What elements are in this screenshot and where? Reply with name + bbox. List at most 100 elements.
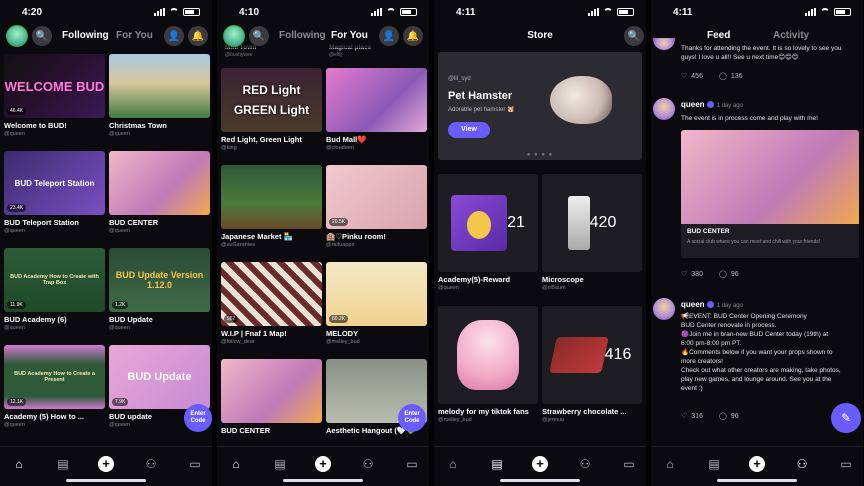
avatar[interactable]	[653, 298, 675, 320]
tab-following[interactable]: Following	[62, 30, 109, 41]
game-card[interactable]: BUD Teleport Station 23.4K BUD Teleport S…	[4, 151, 105, 234]
card-author: @queen	[4, 131, 25, 137]
verified-badge	[706, 301, 714, 309]
chat-icon[interactable]: ▭	[405, 457, 419, 471]
comment-button[interactable]: ◯ 96	[719, 412, 739, 421]
home-icon[interactable]: ⌂	[446, 457, 460, 471]
signal-icon	[371, 8, 382, 16]
comment-button[interactable]: ◯ 136	[718, 72, 743, 81]
store-item[interactable]: 416 Strawberry chocolate ... @jennuu	[542, 306, 642, 423]
store-icon[interactable]: ▤	[56, 457, 70, 471]
game-card[interactable]: BUD Update Version 1.12.0 1.2K BUD Update…	[109, 248, 210, 331]
partial-card-author: @bushywee	[225, 52, 253, 58]
game-card[interactable]: BUD Academy How to Create a Present 12.1K…	[4, 345, 105, 428]
user-icon[interactable]: 👤	[164, 26, 184, 46]
card-title: MELODY	[326, 329, 359, 338]
bell-icon[interactable]: 🔔	[403, 26, 423, 46]
play-count: 12.1K	[7, 398, 27, 406]
embedded-game-card[interactable]: BUD CENTER A social club where you can m…	[681, 130, 859, 258]
tab-for-you[interactable]: For You	[116, 30, 153, 41]
comment-count: 96	[730, 412, 739, 420]
enter-code-label: Enter Code	[190, 411, 206, 424]
chat-icon[interactable]: ▭	[622, 457, 636, 471]
featured-banner[interactable]: @lil_syd Pet Hamster Adorable pet hamste…	[438, 52, 642, 160]
edit-icon[interactable]: ✎	[831, 403, 861, 433]
plus-icon[interactable]: +	[98, 456, 114, 472]
game-card[interactable]: Japanese Market 🏪 @suGarantes	[221, 165, 322, 248]
game-thumbnail	[221, 165, 322, 229]
tab-following[interactable]: Following	[279, 30, 326, 41]
card-title: BUD Teleport Station	[4, 218, 79, 227]
like-button[interactable]: ♡ 380	[681, 270, 703, 279]
melody-image	[457, 320, 519, 390]
wifi-icon	[386, 8, 396, 16]
status-icons	[371, 8, 417, 16]
home-icon[interactable]: ⌂	[12, 457, 26, 471]
page-title: Store	[527, 30, 553, 41]
plus-icon[interactable]: +	[749, 456, 765, 472]
game-card[interactable]: Christmas Town @queen	[109, 54, 210, 137]
chat-icon[interactable]: ▭	[188, 457, 202, 471]
game-thumbnail: BUD Update 7.9K	[109, 345, 210, 409]
avatar[interactable]	[6, 25, 28, 47]
enter-code-button[interactable]: Enter Code	[184, 404, 212, 432]
item-title: Academy(5)-Reward	[438, 275, 511, 284]
post-author[interactable]: queen 1 day ago	[681, 100, 743, 109]
game-card[interactable]: 20.5K 🏨♡Pinku room! @raifuapps	[326, 165, 427, 248]
game-card[interactable]: RED Light GREEN Light Red Light, Green L…	[221, 68, 322, 151]
avatar[interactable]	[223, 25, 245, 47]
store-icon[interactable]: ▤	[490, 457, 504, 471]
post-author[interactable]: queen 1 day ago	[681, 300, 743, 309]
people-icon[interactable]: ⚇	[795, 457, 809, 471]
chat-icon[interactable]: ▭	[839, 457, 853, 471]
store-icon[interactable]: ▤	[707, 457, 721, 471]
embed-title: BUD CENTER	[687, 228, 730, 235]
tab-for-you[interactable]: For You	[331, 30, 368, 41]
card-author: @raifuapps	[326, 242, 355, 248]
post-reactions: ♡ 316 ◯ 96	[681, 412, 739, 421]
item-stat: 416	[604, 346, 632, 363]
game-card[interactable]: Bud Mall❤️ @cloudeen	[326, 68, 427, 151]
user-icon[interactable]: 👤	[379, 26, 399, 46]
search-icon[interactable]: 🔍	[624, 26, 644, 46]
game-card[interactable]: BUD Academy How to Create with Trap Box 1…	[4, 248, 105, 331]
home-icon[interactable]: ⌂	[663, 457, 677, 471]
tab-feed[interactable]: Feed	[707, 30, 730, 41]
item-title: Strawberry chocolate ...	[542, 407, 627, 416]
bell-icon[interactable]: 🔔	[188, 26, 208, 46]
view-button[interactable]: View	[448, 122, 490, 138]
avatar[interactable]	[653, 98, 675, 120]
enter-code-label: Enter Code	[404, 411, 420, 424]
carousel-dots[interactable]: ● ● ● ●	[434, 152, 646, 158]
store-item[interactable]: 21 Academy(5)-Reward @queen	[438, 174, 538, 291]
plus-icon[interactable]: +	[315, 456, 331, 472]
tab-activity[interactable]: Activity	[773, 30, 809, 41]
people-icon[interactable]: ⚇	[144, 457, 158, 471]
comment-button[interactable]: ◯ 96	[719, 270, 739, 279]
like-button[interactable]: ♡ 456	[681, 72, 703, 81]
avatar[interactable]	[653, 38, 675, 50]
heart-icon: ♡	[681, 271, 688, 278]
game-card[interactable]: BUD CENTER @queen	[109, 151, 210, 234]
game-card[interactable]: WELCOME BUD 46.4K Welcome to BUD! @queen	[4, 54, 105, 137]
people-icon[interactable]: ⚇	[578, 457, 592, 471]
search-icon[interactable]: 🔍	[32, 26, 52, 46]
game-card[interactable]: 80.2K MELODY @melley_bud	[326, 262, 427, 345]
store-icon[interactable]: ▤	[273, 457, 287, 471]
search-icon[interactable]: 🔍	[249, 26, 269, 46]
item-thumbnail: 420	[542, 174, 642, 272]
game-card[interactable]: 967 W.I.P | Fnaf 1 Map! @follow_dear	[221, 262, 322, 345]
post-time: 1 day ago	[716, 303, 743, 309]
post-time: 1 day ago	[716, 103, 743, 109]
comment-icon: ◯	[718, 73, 727, 80]
enter-code-button[interactable]: Enter Code	[398, 404, 426, 432]
like-button[interactable]: ♡ 316	[681, 412, 703, 421]
card-title: BUD CENTER	[221, 426, 271, 435]
game-card[interactable]: BUD CENTER	[221, 359, 322, 435]
post-line: 🔥Comments below if you want your props s…	[681, 349, 833, 365]
store-item[interactable]: 420 Microscope @rrBaum	[542, 174, 642, 291]
home-icon[interactable]: ⌂	[229, 457, 243, 471]
plus-icon[interactable]: +	[532, 456, 548, 472]
store-item[interactable]: melody for my tiktok fans @melley_bud	[438, 306, 538, 423]
people-icon[interactable]: ⚇	[361, 457, 375, 471]
